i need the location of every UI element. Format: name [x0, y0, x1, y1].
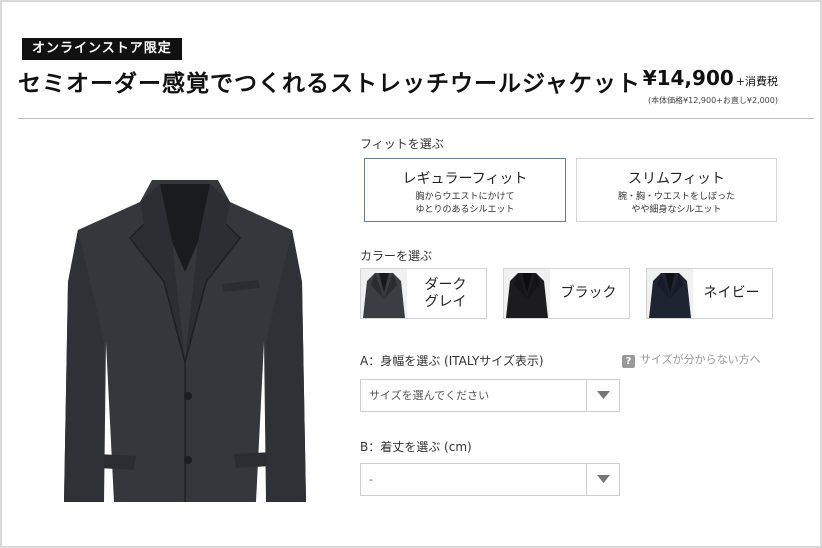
- color-swatch-black: [504, 269, 550, 318]
- color-option-dark-gray[interactable]: ダーク グレイ: [360, 268, 487, 319]
- color-swatch-navy: [647, 269, 693, 318]
- fit-option-slim[interactable]: スリムフィット 腕・胸・ウエストをしぼった やや細身なシルエット: [576, 158, 777, 222]
- fit-option-title: スリムフィット: [628, 171, 725, 187]
- price-tax: +消費税: [735, 75, 778, 88]
- width-size-label: A：身幅を選ぶ (ITALYサイズ表示): [360, 354, 544, 368]
- color-option-navy[interactable]: ネイビー: [646, 268, 773, 319]
- price-breakdown: (本体価格¥12,900+お直し¥2,000): [647, 96, 778, 105]
- online-exclusive-badge: オンラインストア限定: [22, 38, 182, 60]
- dropdown-arrow-icon: [586, 380, 619, 411]
- color-option-label: ダーク グレイ: [424, 276, 467, 310]
- size-help-link[interactable]: ? サイズが分からない方へ: [622, 351, 761, 368]
- color-section-label: カラーを選ぶ: [360, 249, 433, 263]
- length-size-value: -: [369, 473, 373, 486]
- dropdown-arrow-icon: [586, 464, 619, 495]
- width-size-value: サイズを選んでください: [369, 389, 490, 402]
- product-image: [64, 180, 306, 502]
- color-option-label: ブラック: [560, 285, 617, 301]
- color-option-label: ネイビー: [703, 285, 760, 301]
- fit-option-description: 腕・胸・ウエストをしぼった やや細身なシルエット: [617, 192, 735, 215]
- product-title: セミオーダー感覚でつくれるストレッチウールジャケット: [18, 71, 641, 97]
- price-value: ¥14,900: [642, 66, 734, 90]
- size-help-text: サイズが分からない方へ: [640, 353, 761, 366]
- color-swatch-dark-gray: [361, 269, 407, 318]
- price: ¥14,900 +消費税: [643, 66, 778, 90]
- length-size-select[interactable]: -: [360, 463, 620, 496]
- header-divider: [18, 118, 814, 119]
- fit-option-description: 胸からウエストにかけて ゆとりのあるシルエット: [415, 192, 515, 215]
- question-icon: ?: [622, 355, 635, 368]
- fit-section-label: フィットを選ぶ: [360, 137, 444, 151]
- width-size-select[interactable]: サイズを選んでください: [360, 379, 620, 412]
- fit-option-title: レギュラーフィット: [402, 171, 528, 187]
- fit-option-regular[interactable]: レギュラーフィット 胸からウエストにかけて ゆとりのあるシルエット: [364, 158, 566, 222]
- color-option-black[interactable]: ブラック: [503, 268, 630, 319]
- length-size-label: B：着丈を選ぶ (cm): [360, 440, 472, 454]
